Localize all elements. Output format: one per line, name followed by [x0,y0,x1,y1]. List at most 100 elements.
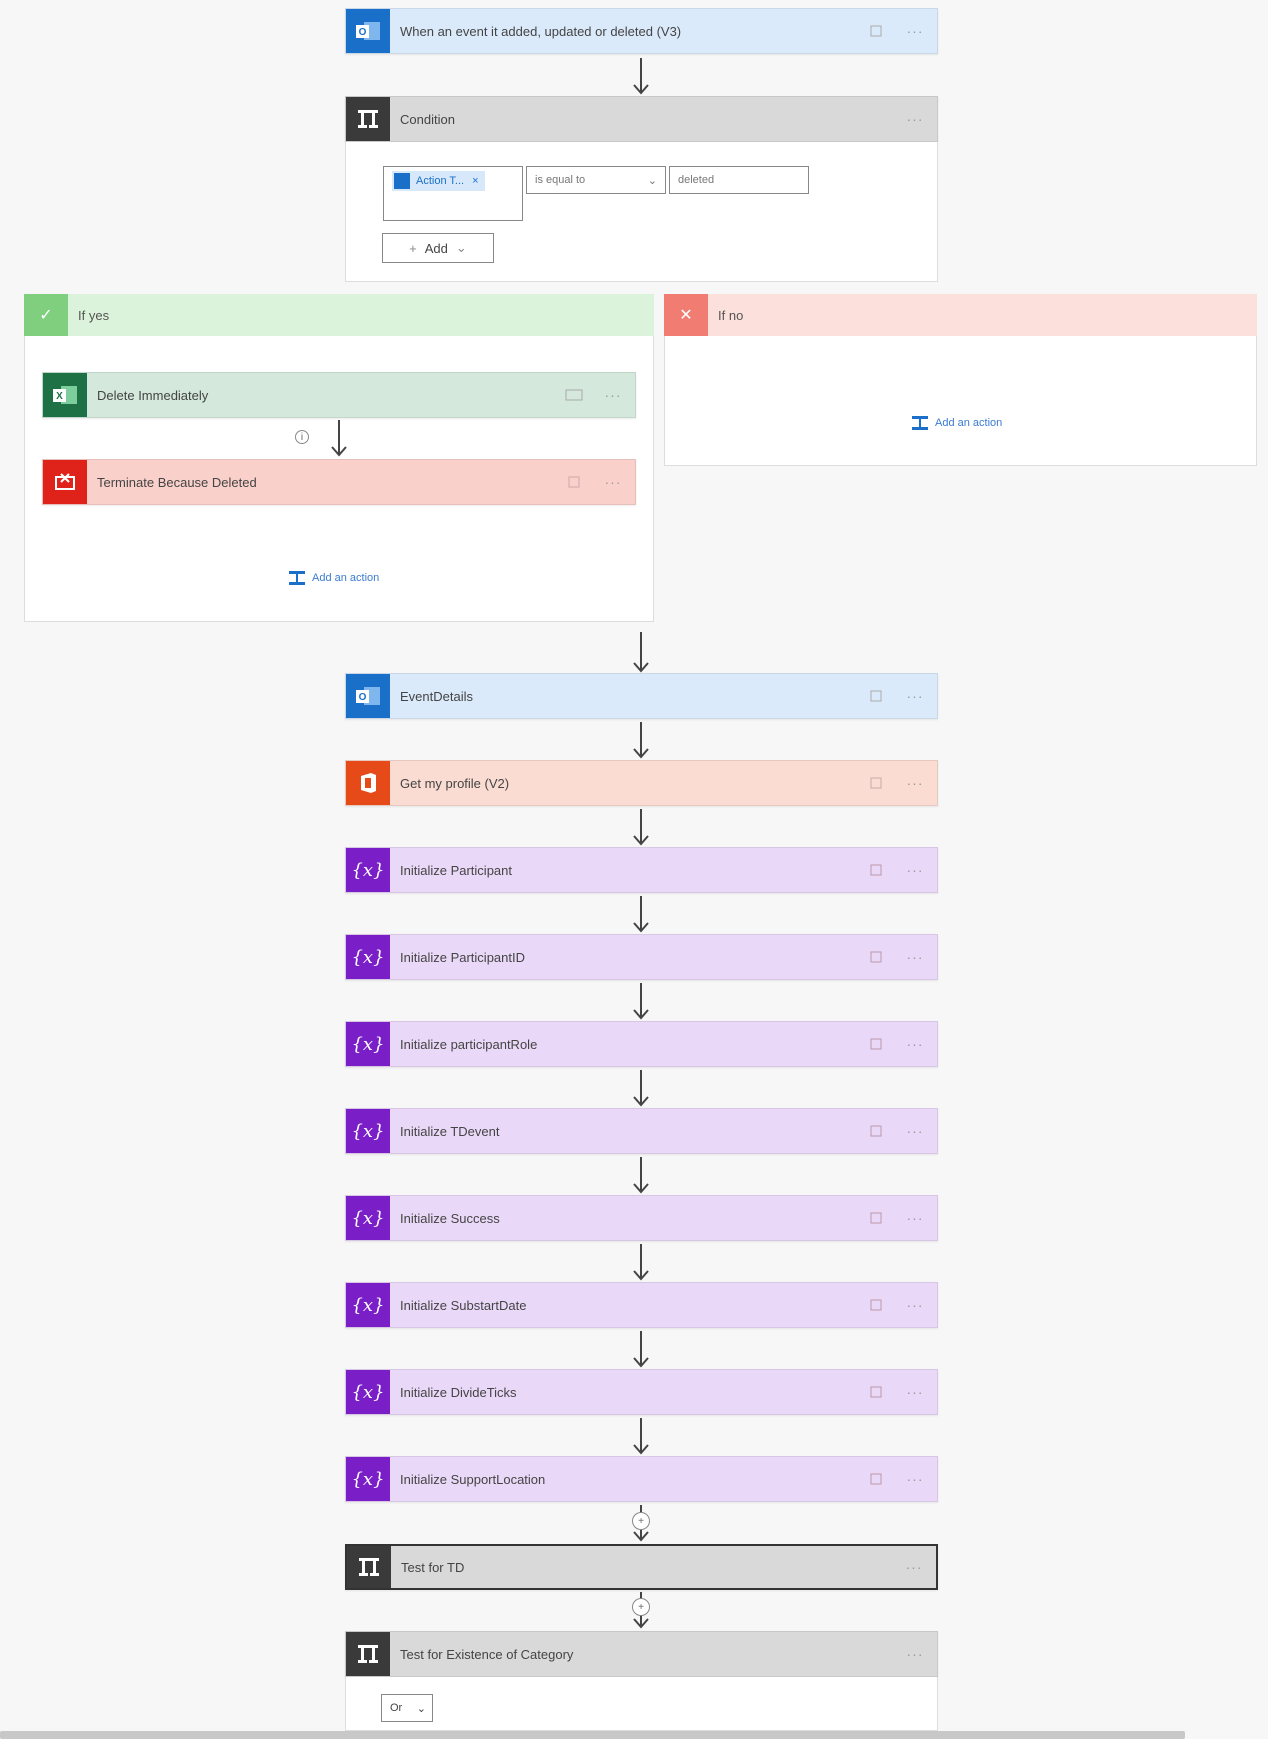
step-label: Initialize SupportLocation [400,1471,546,1487]
chevron-down-icon: ⌄ [455,240,467,255]
add-action-button[interactable]: Add an action [288,570,379,586]
more-options-icon[interactable]: ··· [591,474,635,490]
close-icon[interactable]: × [472,175,478,187]
info-icon[interactable]: i [295,430,309,444]
variable-icon: {x} [346,1022,390,1066]
connector-arrow [631,1068,651,1108]
outlook-icon: O [346,674,390,718]
event-details-step[interactable]: O EventDetails ··· [345,673,938,719]
connector-arrow [631,1416,651,1456]
initialize-divideticks-step[interactable]: {x} Initialize DivideTicks ··· [345,1369,938,1415]
link-icon[interactable] [859,776,893,790]
link-icon[interactable] [557,388,591,402]
link-icon[interactable] [859,689,893,703]
chevron-down-icon: ⌄ [647,174,657,187]
connector-arrow [631,894,651,934]
link-icon[interactable] [859,1472,893,1486]
outlook-icon [394,173,410,189]
terminate-step[interactable]: Terminate Because Deleted ··· [42,459,636,505]
terminate-icon [43,460,87,504]
initialize-participant-step[interactable]: {x} Initialize Participant ··· [345,847,938,893]
condition-body: Action T... × is equal to ⌄ deleted + Ad… [345,142,938,282]
if-yes-header[interactable]: ✓ If yes [24,294,654,336]
link-icon[interactable] [859,863,893,877]
condition-step[interactable]: Condition ··· [345,96,938,142]
initialize-participantrole-step[interactable]: {x} Initialize participantRole ··· [345,1021,938,1067]
more-options-icon[interactable]: ··· [893,688,937,704]
dynamic-token[interactable]: Action T... × [392,171,485,191]
more-options-icon[interactable]: ··· [893,1297,937,1313]
connector-arrow [329,418,349,458]
variable-icon: {x} [346,1457,390,1501]
or-group-select[interactable]: Or ⌄ [381,1694,433,1722]
svg-text:O: O [359,27,367,38]
more-options-icon[interactable]: ··· [893,862,937,878]
condition-left-operand[interactable]: Action T... × [383,166,523,221]
if-no-header[interactable]: ✕ If no [664,294,1257,336]
step-label: Terminate Because Deleted [97,474,257,490]
more-options-icon[interactable]: ··· [893,1036,937,1052]
add-action-label: Add an action [312,572,380,584]
step-label: Get my profile (V2) [400,775,510,791]
delete-immediately-step[interactable]: X Delete Immediately ··· [42,372,636,418]
condition-value-field[interactable]: deleted [669,166,809,194]
more-options-icon[interactable]: ··· [893,1123,937,1139]
initialize-substartdate-step[interactable]: {x} Initialize SubstartDate ··· [345,1282,938,1328]
step-label: Initialize participantRole [400,1036,538,1052]
trigger-label: When an event it added, updated or delet… [400,23,682,39]
variable-icon: {x} [346,1283,390,1327]
link-icon[interactable] [859,1385,893,1399]
cross-icon: ✕ [664,294,708,336]
link-icon[interactable] [859,1211,893,1225]
more-options-icon[interactable]: ··· [893,1210,937,1226]
connector-arrow [631,630,651,674]
initialize-supportlocation-step[interactable]: {x} Initialize SupportLocation ··· [345,1456,938,1502]
more-options-icon[interactable]: ··· [591,387,635,403]
variable-icon: {x} [346,848,390,892]
initialize-success-step[interactable]: {x} Initialize Success ··· [345,1195,938,1241]
test-for-td-step[interactable]: Test for TD ··· [345,1544,938,1590]
add-action-button[interactable]: Add an action [911,415,1002,431]
initialize-tdevent-step[interactable]: {x} Initialize TDevent ··· [345,1108,938,1154]
add-condition-button[interactable]: + Add ⌄ [382,233,494,263]
operator-value: is equal to [535,174,586,186]
more-options-icon[interactable]: ··· [893,1471,937,1487]
initialize-participantid-step[interactable]: {x} Initialize ParticipantID ··· [345,934,938,980]
checkmark-icon: ✓ [24,294,68,336]
more-options-icon[interactable]: ··· [893,1384,937,1400]
more-options-icon[interactable]: ··· [893,111,937,127]
test-category-body: Or ⌄ [345,1677,938,1731]
more-options-icon[interactable]: ··· [893,23,937,39]
step-label: Delete Immediately [97,387,209,403]
step-label: Test for Existence of Category [400,1646,574,1662]
horizontal-scrollbar[interactable] [0,1731,1185,1739]
trigger-step[interactable]: O When an event it added, updated or del… [345,8,938,54]
svg-text:X: X [56,391,63,402]
link-icon[interactable] [859,1298,893,1312]
more-options-icon[interactable]: ··· [893,949,937,965]
more-options-icon[interactable]: ··· [892,1559,936,1575]
step-label: Initialize SubstartDate [400,1297,527,1313]
link-icon[interactable] [859,1037,893,1051]
link-icon[interactable] [859,24,893,38]
connector-arrow [631,56,651,96]
chevron-down-icon: ⌄ [416,1702,426,1715]
insert-step-plus-icon[interactable]: + [632,1512,650,1530]
add-action-icon [289,571,305,585]
condition-label: Condition [400,111,455,127]
step-label: Initialize ParticipantID [400,949,525,965]
condition-icon [347,1546,391,1588]
connector-arrow [631,1155,651,1195]
more-options-icon[interactable]: ··· [893,775,937,791]
excel-icon: X [43,373,87,417]
step-label: Initialize Participant [400,862,512,878]
more-options-icon[interactable]: ··· [893,1646,937,1662]
operator-select[interactable]: is equal to ⌄ [526,166,666,194]
link-icon[interactable] [557,475,591,489]
insert-step-plus-icon[interactable]: + [632,1598,650,1616]
link-icon[interactable] [859,950,893,964]
link-icon[interactable] [859,1124,893,1138]
get-profile-step[interactable]: Get my profile (V2) ··· [345,760,938,806]
test-category-step[interactable]: Test for Existence of Category ··· [345,1631,938,1677]
variable-icon: {x} [346,1109,390,1153]
